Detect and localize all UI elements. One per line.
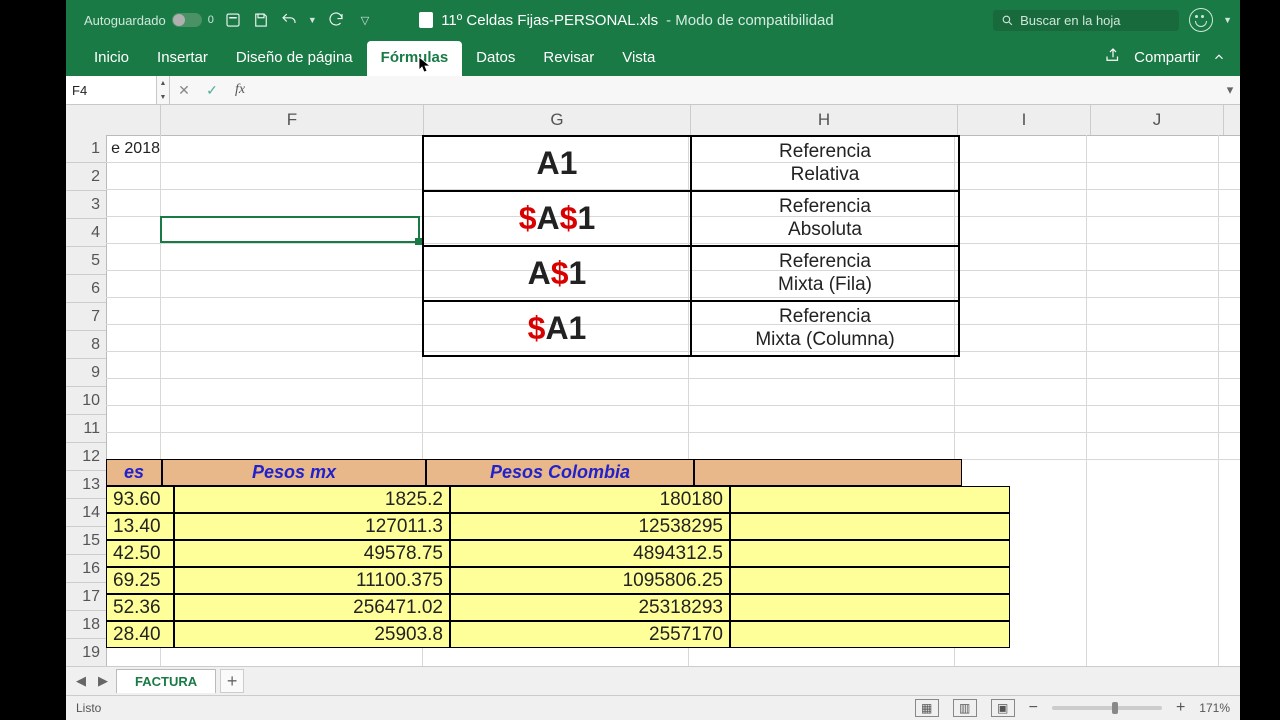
col-F[interactable]: F [161,105,424,135]
sheet-bar: ◀ ▶ FACTURA + [66,666,1240,695]
col-J[interactable]: J [1091,105,1224,135]
search-input[interactable]: Buscar en la hoja [993,10,1179,31]
ref-g-1[interactable]: A1 [424,137,692,190]
ref-h-3[interactable]: ReferenciaMixta (Fila) [692,247,958,300]
collapse-ribbon-icon[interactable] [1212,50,1226,64]
ref-g-2[interactable]: $A$1 [424,192,692,245]
tab-formulas[interactable]: Fórmulas [367,41,463,76]
row-headers[interactable]: 12 34 56 78 910 1112 1314 1516 1718 19 [66,135,107,666]
currency-table: es Pesos mx Pesos Colombia 93.601825.218… [106,459,1010,648]
view-layout-icon[interactable]: ▥ [953,699,977,717]
selected-cell[interactable] [160,216,420,243]
ribbon: Inicio Insertar Diseño de página Fórmula… [66,40,1240,76]
ref-g-3[interactable]: A$1 [424,247,692,300]
ref-h-4[interactable]: ReferenciaMixta (Columna) [692,302,958,355]
zoom-slider[interactable] [1052,706,1162,710]
redo-icon[interactable] [327,11,345,29]
search-placeholder: Buscar en la hoja [1020,13,1120,28]
tab-inicio[interactable]: Inicio [80,41,143,76]
view-pagebreak-icon[interactable]: ▣ [991,699,1015,717]
tab-diseno[interactable]: Diseño de página [222,41,367,76]
col-G[interactable]: G [424,105,691,135]
ref-h-1[interactable]: ReferenciaRelativa [692,137,958,190]
tab-vista[interactable]: Vista [608,41,669,76]
column-headers[interactable]: F G H I J [106,105,1240,136]
formula-bar: F4 ▲▼ ✕ ✓ fx ▾ [66,76,1240,105]
expand-formula-icon[interactable]: ▾ [1220,82,1240,98]
col-I[interactable]: I [958,105,1091,135]
history-icon[interactable] [224,11,242,29]
spreadsheet-grid[interactable]: F G H I J 12 34 56 78 910 1112 1314 1516… [66,105,1240,666]
fx-icon[interactable]: fx [226,76,254,104]
autosave-label: Autoguardado [84,13,166,28]
formula-input[interactable] [254,76,1220,104]
compat-mode: - Modo de compatibilidad [666,12,834,29]
head-H[interactable] [694,459,962,486]
ref-h-2[interactable]: ReferenciaAbsoluta [692,192,958,245]
sheet-prev-icon[interactable]: ◀ [72,672,90,690]
titlebar: Autoguardado 0 ▼ ▽ 11º Celdas Fijas-PERS… [66,0,1240,40]
add-sheet-button[interactable]: + [220,669,244,693]
sheet-tab-factura[interactable]: FACTURA [116,669,216,693]
zoom-in-button[interactable]: + [1176,699,1185,717]
qat-more-icon[interactable]: ▽ [361,14,369,27]
name-box[interactable]: F4 [66,76,157,104]
confirm-formula-icon[interactable]: ✓ [198,76,226,104]
undo-icon[interactable] [280,11,298,29]
toggle-icon[interactable] [172,13,202,27]
col-H[interactable]: H [691,105,958,135]
status-bar: Listo ▦ ▥ ▣ − + 171% [66,695,1240,720]
document-icon [419,12,433,28]
cancel-formula-icon[interactable]: ✕ [170,76,198,104]
head-F[interactable]: Pesos mx [162,459,426,486]
tab-insertar[interactable]: Insertar [143,41,222,76]
zoom-level[interactable]: 171% [1199,701,1230,715]
reference-table: A1 ReferenciaRelativa $A$1 ReferenciaAbs… [422,135,960,357]
head-G[interactable]: Pesos Colombia [426,459,694,486]
zoom-out-button[interactable]: − [1029,699,1038,717]
sheet-next-icon[interactable]: ▶ [94,672,112,690]
select-all-corner[interactable] [66,105,107,136]
share-button[interactable]: Compartir [1134,49,1200,66]
head-E[interactable]: es [106,459,162,486]
share-icon[interactable] [1104,46,1122,68]
feedback-icon[interactable] [1189,8,1213,32]
status-ready: Listo [76,701,101,715]
view-normal-icon[interactable]: ▦ [915,699,939,717]
document-title: 11º Celdas Fijas-PERSONAL.xls [441,12,658,29]
autosave-toggle[interactable]: Autoguardado 0 [84,13,214,28]
save-icon[interactable] [252,11,270,29]
ref-g-4[interactable]: $A1 [424,302,692,355]
cell-E1[interactable]: e 2018 [106,135,160,162]
tab-datos[interactable]: Datos [462,41,529,76]
namebox-spinner[interactable]: ▲▼ [157,76,170,104]
tab-revisar[interactable]: Revisar [529,41,608,76]
